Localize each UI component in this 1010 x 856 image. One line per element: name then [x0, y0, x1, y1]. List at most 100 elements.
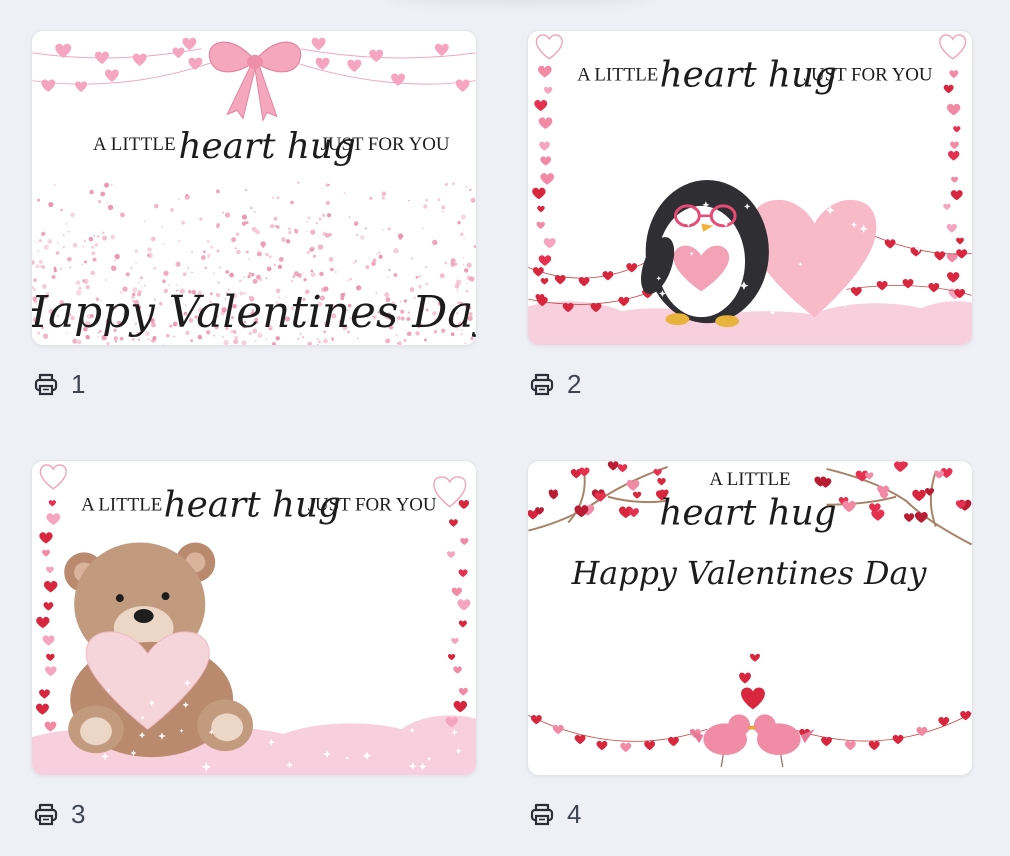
confetti-dot [418, 275, 421, 278]
confetti-dot [425, 266, 428, 269]
confetti-dot [457, 220, 461, 225]
printer-icon[interactable] [33, 371, 59, 397]
confetti-dot [69, 266, 72, 269]
confetti-dot [62, 234, 65, 237]
confetti-dot [432, 239, 438, 246]
confetti-dot [229, 272, 234, 278]
confetti-dot [269, 223, 275, 229]
confetti-dot [450, 262, 453, 265]
confetti-dot [200, 255, 206, 260]
confetti-dot [180, 220, 186, 225]
top-shadow [390, 0, 650, 4]
printer-icon[interactable] [529, 371, 555, 397]
confetti-dot [140, 276, 143, 280]
confetti-dot [444, 261, 448, 265]
confetti-dot [225, 270, 229, 274]
template-card-4[interactable]: A LITTLE heart hug Happy Valentines Day [527, 460, 973, 776]
confetti-dot [206, 240, 210, 244]
confetti-dot [334, 271, 337, 273]
confetti-dot [111, 184, 113, 186]
confetti-dot [114, 260, 116, 262]
confetti-dot [104, 182, 110, 188]
confetti-dot [144, 220, 146, 222]
card-3-artwork: A LITTLE heart hug JUST FOR YOU [32, 461, 476, 775]
confetti-dot [277, 264, 283, 269]
confetti-dot [316, 222, 318, 225]
card-4-caption: 4 [529, 799, 581, 829]
confetti-dot [81, 279, 86, 283]
confetti-dot [102, 235, 108, 241]
confetti-dot [422, 227, 424, 230]
confetti-dot [306, 220, 308, 223]
confetti-dot [251, 273, 255, 277]
confetti-dot [114, 340, 117, 343]
confetti-dot [343, 192, 346, 195]
confetti-dot [466, 275, 472, 281]
confetti-dot [35, 264, 40, 269]
confetti-dot [330, 267, 334, 272]
confetti-dot [437, 198, 441, 202]
confetti-dot [37, 250, 40, 252]
print-count: 4 [567, 799, 582, 829]
confetti-dot [424, 338, 427, 342]
confetti-dot [470, 197, 476, 203]
confetti-dot [425, 282, 429, 286]
confetti-dot [381, 196, 385, 200]
confetti-dot [465, 186, 468, 188]
card-2-artwork: A LITTLE heart hug JUST FOR YOU [528, 31, 972, 345]
confetti-dot [231, 237, 237, 243]
confetti-dot [464, 342, 467, 345]
confetti-dot [278, 257, 284, 262]
confetti-dot [219, 266, 221, 269]
confetti-dot [92, 257, 97, 262]
confetti-dot [235, 232, 240, 236]
confetti-dot [408, 199, 410, 202]
template-card-2[interactable]: A LITTLE heart hug JUST FOR YOU [527, 30, 973, 346]
template-card-1[interactable]: A LITTLE heart hug JUST FOR YOU Happy Va… [31, 30, 477, 346]
confetti-dot [376, 253, 378, 255]
confetti-dot [187, 267, 190, 269]
card-1-pre-text: A LITTLE [93, 134, 176, 155]
confetti-dot [53, 266, 57, 270]
confetti-dot [236, 249, 241, 255]
confetti-dot [217, 280, 221, 284]
confetti-dot [84, 260, 88, 264]
confetti-dot [134, 249, 138, 253]
confetti-dot [33, 278, 37, 283]
card-2-post-text: JUST FOR YOU [804, 65, 933, 86]
confetti-dot [256, 251, 262, 257]
confetti-dot [260, 241, 266, 247]
confetti-dot [53, 183, 56, 186]
confetti-dot [325, 200, 331, 206]
confetti-dot [82, 245, 85, 248]
confetti-dot [356, 234, 359, 236]
confetti-dot [387, 276, 389, 278]
confetti-dot [60, 208, 64, 212]
confetti-dot [318, 340, 321, 344]
card-3-caption: 3 [33, 799, 85, 829]
confetti-dot [41, 265, 46, 269]
confetti-dot [319, 271, 324, 277]
printer-icon[interactable] [33, 801, 59, 827]
printer-icon[interactable] [529, 801, 555, 827]
confetti-dot [288, 230, 292, 235]
confetti-dot [411, 257, 413, 260]
confetti-dot [273, 264, 276, 266]
confetti-dot [378, 251, 381, 254]
confetti-dot [253, 211, 256, 213]
confetti-dot [135, 261, 137, 264]
confetti-dot [323, 338, 328, 344]
confetti-dot [47, 239, 53, 244]
card-1-greeting-text: Happy Valentines Day [32, 287, 476, 338]
confetti-dot [245, 250, 249, 254]
confetti-dot [265, 252, 269, 257]
confetti-dot [104, 278, 108, 282]
confetti-dot [397, 233, 404, 239]
confetti-dot [137, 338, 141, 341]
template-card-3[interactable]: A LITTLE heart hug JUST FOR YOU [31, 460, 477, 776]
confetti-dot [348, 216, 351, 218]
confetti-dot [387, 227, 391, 231]
confetti-dot [257, 249, 260, 251]
confetti-dot [147, 252, 153, 259]
confetti-dot [306, 230, 308, 233]
